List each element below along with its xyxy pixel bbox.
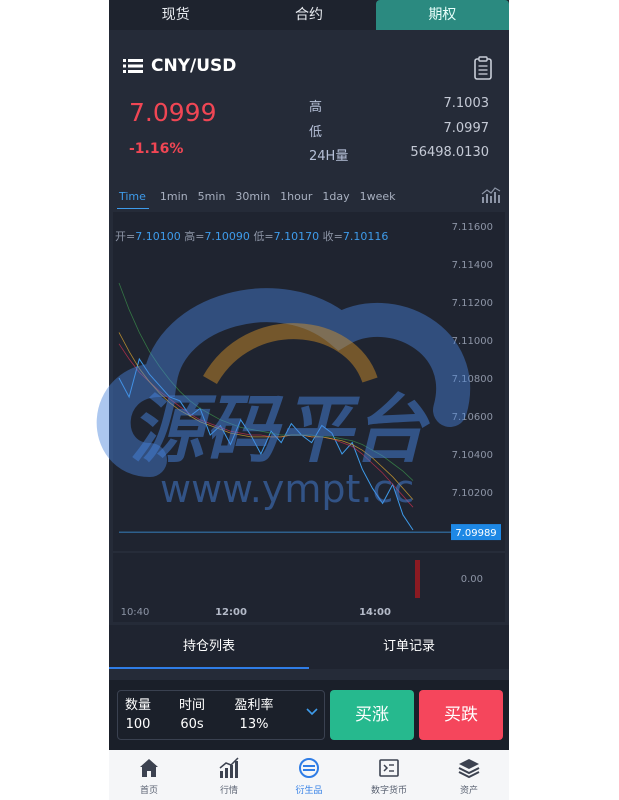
nav-label: 首页 xyxy=(139,786,158,796)
high-label: 高= xyxy=(184,230,205,243)
stat-value: 7.0997 xyxy=(443,121,490,136)
indicator-icon[interactable] xyxy=(481,186,501,204)
stat-value: 7.1003 xyxy=(443,96,490,111)
low-value: 7.10170 xyxy=(273,230,320,243)
nav-home[interactable]: 首页 xyxy=(109,750,189,800)
y-tick-label: 7.10800 xyxy=(452,374,493,385)
document-icon[interactable] xyxy=(473,56,493,80)
trade-panel: 数量 100 时间 60s 盈利率 13% 买涨 买跌 xyxy=(109,680,509,750)
trade-params-selector[interactable]: 数量 100 时间 60s 盈利率 13% xyxy=(117,690,325,740)
market-type-tabs: 现货 合约 期权 xyxy=(109,0,509,30)
stat-label: 24H量 xyxy=(309,149,349,164)
stat-label: 低 xyxy=(309,125,323,140)
home-icon xyxy=(140,759,158,777)
nav-market[interactable]: 行情 xyxy=(189,750,269,800)
nav-label: 资产 xyxy=(459,786,478,796)
nav-label: 行情 xyxy=(219,786,238,796)
low-label: 低= xyxy=(253,230,274,243)
param-value: 60s xyxy=(180,717,204,732)
buy-down-button[interactable]: 买跌 xyxy=(419,690,503,740)
volume-axis-label: 0.00 xyxy=(461,574,483,585)
current-price-label: 7.09989 xyxy=(455,528,496,539)
y-tick-label: 7.11000 xyxy=(452,336,493,347)
y-tick-label: 7.10200 xyxy=(452,488,493,499)
nav-crypto[interactable]: 数字货币 xyxy=(349,750,429,800)
nav-derivatives[interactable]: 衍生品 xyxy=(269,750,349,800)
param-value: 13% xyxy=(239,717,269,732)
timeframe-30min[interactable]: 30min xyxy=(235,190,270,203)
y-tick-label: 7.10600 xyxy=(452,412,493,423)
pair-name: CNY/USD xyxy=(151,56,237,76)
assets-icon xyxy=(458,759,480,779)
y-tick-label: 7.11400 xyxy=(452,260,493,271)
series-line xyxy=(118,343,414,508)
x-tick-label: 14:00 xyxy=(359,607,391,618)
stat-volume: 24H量 56498.0130 xyxy=(309,145,489,164)
position-tabs: 持仓列表 订单记录 xyxy=(109,625,509,669)
stat-high: 高 7.1003 xyxy=(309,96,489,115)
timeframe-time[interactable]: Time xyxy=(119,190,146,203)
kline-chart[interactable]: 7.11600 7.11400 7.11200 7.11000 7.10800 7.106… xyxy=(113,212,505,622)
timeframe-1week[interactable]: 1week xyxy=(360,190,396,203)
bottom-nav: 首页 行情 衍生品 数字货币 资产 xyxy=(109,750,509,800)
series-line xyxy=(118,282,414,481)
param-label: 时间 xyxy=(178,698,205,713)
y-tick-label: 7.11200 xyxy=(452,298,493,309)
x-tick-label: 10:40 xyxy=(121,607,150,618)
nav-label: 衍生品 xyxy=(295,786,323,796)
timeframe-1hour[interactable]: 1hour xyxy=(280,190,312,203)
tab-contract[interactable]: 合约 xyxy=(242,0,375,30)
y-tick-label: 7.10400 xyxy=(452,450,493,461)
tab-spot[interactable]: 现货 xyxy=(109,0,242,30)
open-value: 7.10100 xyxy=(135,230,181,243)
param-profit-rate: 盈利率 13% xyxy=(230,696,278,734)
timeframe-tabs: Time 1min 5min 30min 1hour 1day 1week xyxy=(109,186,509,206)
chart-canvas: 7.11600 7.11400 7.11200 7.11000 7.10800 7.106… xyxy=(113,222,505,618)
active-tab-underline xyxy=(109,667,309,669)
param-time: 时间 60s xyxy=(176,696,208,734)
buy-up-button[interactable]: 买涨 xyxy=(330,690,414,740)
series-line xyxy=(118,357,414,531)
derivatives-icon xyxy=(299,758,319,778)
stat-label: 高 xyxy=(309,100,323,115)
app-frame: 现货 合约 期权 CNY/USD 7.0999 -1.16% 高 7.1003 … xyxy=(109,0,509,800)
timeframe-1day[interactable]: 1day xyxy=(322,190,349,203)
tab-positions[interactable]: 持仓列表 xyxy=(109,625,309,669)
close-value: 7.10116 xyxy=(342,230,389,243)
tab-options[interactable]: 期权 xyxy=(375,0,509,30)
series-line xyxy=(118,332,414,500)
param-value: 100 xyxy=(125,717,151,732)
list-icon[interactable] xyxy=(123,58,143,74)
tab-order-history[interactable]: 订单记录 xyxy=(309,625,509,669)
stat-value: 56498.0130 xyxy=(410,145,489,160)
market-icon xyxy=(219,757,239,778)
timeframe-5min[interactable]: 5min xyxy=(198,190,226,203)
chevron-down-icon[interactable] xyxy=(306,708,318,716)
timeframe-active-underline xyxy=(117,208,149,209)
price-change: -1.16% xyxy=(129,141,184,157)
pair-selector[interactable]: CNY/USD xyxy=(123,56,236,76)
ohlc-readout: 开=7.10100 高=7.10090 低=7.10170 收=7.10116 xyxy=(115,228,388,244)
nav-label: 数字货币 xyxy=(370,786,407,796)
high-value: 7.10090 xyxy=(204,230,250,243)
param-label: 数量 xyxy=(124,698,151,713)
volume-bar xyxy=(415,560,420,598)
x-tick-label: 12:00 xyxy=(215,607,247,618)
close-label: 收= xyxy=(322,230,343,243)
param-quantity: 数量 100 xyxy=(124,696,152,734)
crypto-icon xyxy=(379,759,399,777)
current-price: 7.0999 xyxy=(129,98,217,127)
y-tick-label: 7.11600 xyxy=(452,222,493,233)
stat-low: 低 7.0997 xyxy=(309,121,489,140)
nav-assets[interactable]: 资产 xyxy=(429,750,509,800)
param-label: 盈利率 xyxy=(234,698,274,713)
timeframe-1min[interactable]: 1min xyxy=(160,190,188,203)
open-label: 开= xyxy=(115,230,136,243)
